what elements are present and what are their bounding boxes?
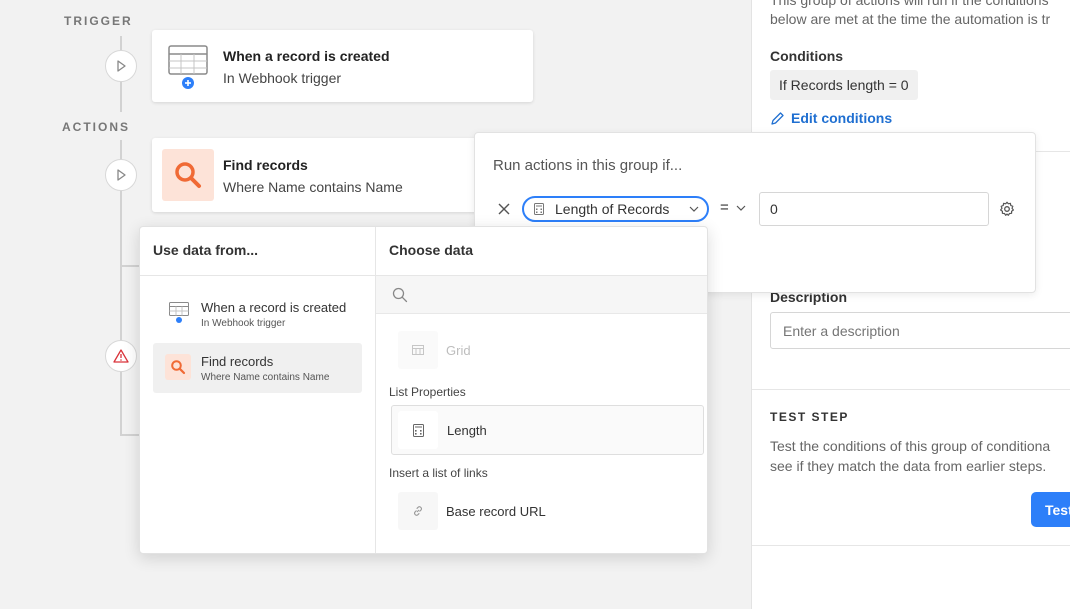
calculator-icon [534,203,544,215]
edit-conditions-link[interactable]: Edit conditions [770,110,892,126]
flow-branch-connector [120,265,140,267]
data-item-base-record-url[interactable]: Base record URL [392,492,702,532]
search-icon [171,360,186,375]
insert-links-label: Insert a list of links [389,466,488,480]
trigger-card[interactable]: When a record is created In Webhook trig… [152,30,533,102]
find-records-run-node[interactable] [105,159,137,191]
chevron-down-icon [689,206,699,212]
data-item-label: Grid [446,343,471,358]
data-item-length[interactable]: Length [391,405,704,455]
source-item-icon-tile [165,354,191,380]
choose-data-heading: Choose data [389,242,474,258]
grid-icon [412,345,424,355]
data-search-bar[interactable] [376,276,707,314]
group-intro-line2: below are met at the time the automation… [770,11,1051,27]
condition-chip[interactable]: If Records length = 0 [770,70,918,100]
find-records-icon-tile [162,149,214,201]
data-item-label: Base record URL [446,504,546,519]
description-input[interactable] [770,312,1070,349]
search-icon [175,162,201,188]
source-item-find-records[interactable]: Find records Where Name contains Name [153,343,362,393]
divider [752,545,1070,546]
divider [752,389,1070,390]
operator-label: = [720,199,729,216]
trigger-run-node[interactable] [105,50,137,82]
warning-icon [113,349,129,363]
play-icon [117,169,126,181]
edit-conditions-label: Edit conditions [791,110,893,126]
data-picker-popover: Use data from... Choose data When a reco… [139,226,708,554]
condition-field-pill[interactable]: Length of Records [522,196,709,222]
test-button[interactable]: Test [1031,492,1070,527]
source-item-title: When a record is created [201,300,347,315]
actions-section-label: ACTIONS [62,120,130,134]
link-icon [414,506,422,516]
grid-item-icon-tile [398,331,438,369]
list-properties-label: List Properties [389,385,466,399]
find-records-card-subtitle: Where Name contains Name [223,179,403,195]
source-item-title: Find records [201,354,274,369]
data-search-input[interactable] [416,281,696,309]
operator-select[interactable]: = [720,199,746,216]
test-step-text-line1: Test the conditions of this group of con… [770,438,1051,454]
chevron-down-icon [736,205,746,211]
condition-popover-heading: Run actions in this group if... [493,157,683,174]
source-item-subtitle: In Webhook trigger [201,318,286,329]
use-data-from-heading: Use data from... [153,242,259,258]
find-records-card-title: Find records [223,157,308,173]
remove-condition-icon[interactable] [498,203,510,215]
source-item-trigger[interactable]: When a record is created In Webhook trig… [153,289,362,339]
data-item-grid[interactable]: Grid [392,331,702,371]
trigger-card-subtitle: In Webhook trigger [223,70,342,86]
play-icon [117,60,126,72]
condition-value-input[interactable] [759,192,989,226]
test-step-heading: TEST STEP [770,410,849,424]
condition-warning-node[interactable] [105,340,137,372]
conditions-heading: Conditions [770,48,844,64]
data-item-label: Length [447,423,487,438]
trigger-card-title: When a record is created [223,48,390,64]
length-item-icon-tile [398,411,438,449]
gear-icon[interactable] [999,201,1015,217]
link-item-icon-tile [398,492,438,530]
table-plus-icon [168,45,208,89]
config-panel: This group of actions will run if the co… [751,0,1070,609]
find-records-card[interactable]: Find records Where Name contains Name [152,138,482,212]
search-icon [392,287,408,303]
source-item-subtitle: Where Name contains Name [201,372,330,383]
condition-field-label: Length of Records [555,201,670,217]
calculator-icon [412,423,424,437]
test-step-text-line2: see if they match the data from earlier … [770,458,1047,474]
table-plus-icon [169,302,189,323]
pencil-icon [771,111,784,125]
trigger-section-label: TRIGGER [64,14,133,28]
flow-branch-connector [120,434,140,436]
